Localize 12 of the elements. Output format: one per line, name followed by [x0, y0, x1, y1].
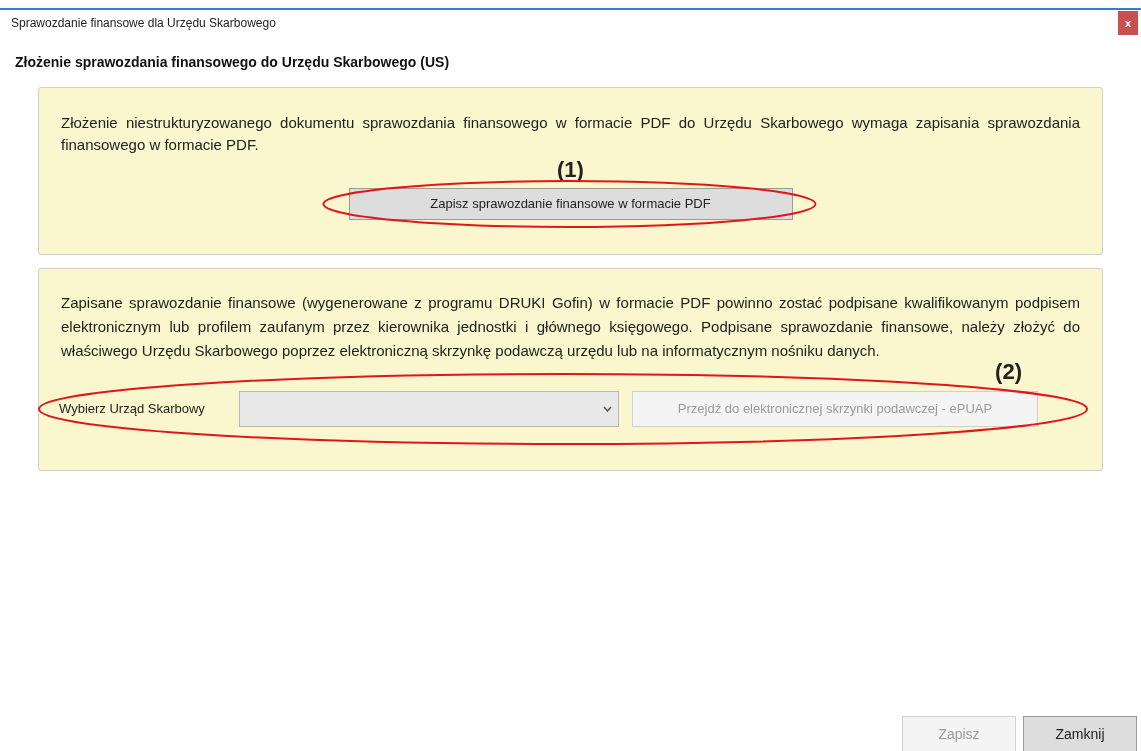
close-button[interactable]: x	[1118, 11, 1138, 35]
info-text: Zapisane sprawozdanie finansowe (wygenerowane z programu DRUKI Gofin) w formacie PDF powinno zostać podpisane kwalifikowanym podpisem elektronicznym lub profilem zaufanym przez kierownika jednostki i głównego księgowego. Podpisane sprawozdanie finansowe, należy złożyć do właściwego Urzędu Skarbowego poprzez elektroniczną skrzynkę podawczą urzędu lub na informatycznym nośniku danych.	[61, 293, 1080, 361]
step-marker: (2)	[995, 359, 1022, 385]
window-title: Sprawozdanie finansowe dla Urzędu Skarbowego	[11, 15, 276, 32]
select-label: Wybierz Urząd Skarbowy	[59, 400, 206, 419]
chevron-down-icon	[603, 406, 612, 412]
step-marker: (1)	[557, 156, 584, 184]
page-heading: Złożenie sprawozdania finansowego do Urzędu Skarbowego (US)	[15, 53, 451, 72]
button[interactable]: Zamknij	[1023, 716, 1137, 751]
office-select[interactable]	[239, 391, 619, 427]
info-text: Złożenie niestrukturyzowanego dokumentu sprawozdania finansowego w formacie PDF do Urzędu Skarbowego wymaga zapisania sprawozdania finansowego w formacie PDF.	[61, 113, 1080, 155]
button[interactable]: Zapisz sprawozdanie finansowe w formacie PDF	[348, 188, 793, 220]
